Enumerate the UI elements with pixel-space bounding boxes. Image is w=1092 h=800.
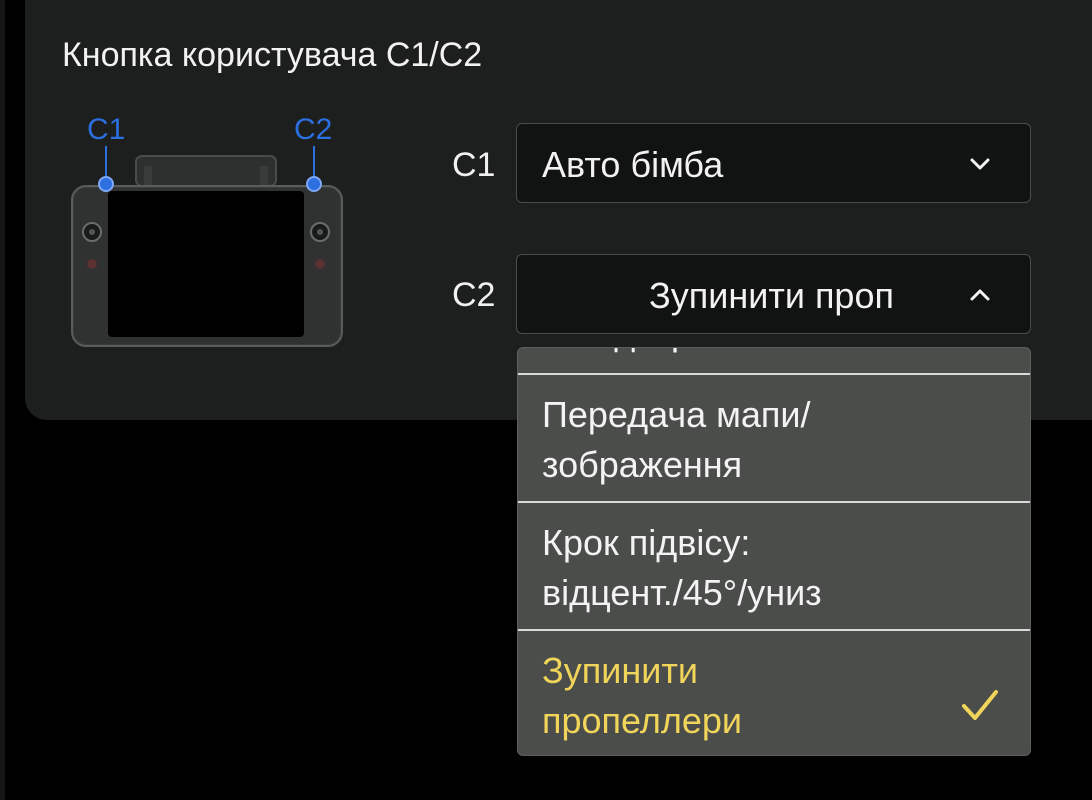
c1-marker — [98, 176, 114, 192]
option-divider — [518, 501, 1030, 503]
c2-selected-value: Зупинити проп — [649, 275, 894, 316]
option-line: Зупинити — [542, 650, 698, 691]
option-divider — [518, 629, 1030, 631]
dropdown-option-partial[interactable]: Швидк. режим — [518, 348, 1030, 372]
option-line: зображення — [542, 444, 743, 485]
c1-selected-value: Авто бімба — [542, 144, 724, 185]
card-title: Кнопка користувача С1/С2 — [62, 36, 483, 74]
remote-controller-image: C1 C2 — [71, 113, 343, 347]
c2-marker — [306, 176, 322, 192]
c2-image-label: C2 — [294, 113, 332, 146]
c1-label: С1 — [452, 146, 496, 184]
c2-select[interactable]: Зупинити проп — [516, 254, 1031, 334]
window-edge — [0, 0, 5, 800]
c2-dropdown-list[interactable]: Швидк. режим Передача мапи/ зображення К… — [517, 347, 1031, 756]
c2-label: С2 — [452, 276, 496, 314]
dropdown-option-gimbal-pitch[interactable]: Крок підвісу: відцент./45°/униз — [518, 518, 1030, 628]
chevron-up-icon — [970, 289, 990, 301]
option-line: відцент./45°/униз — [542, 572, 822, 613]
chevron-down-icon — [970, 158, 990, 170]
option-divider — [518, 373, 1030, 375]
dropdown-option-stop-propellers[interactable]: Зупинити пропеллери — [518, 646, 1030, 755]
dropdown-option-map-transfer[interactable]: Передача мапи/ зображення — [518, 390, 1030, 500]
c1-select[interactable]: Авто бімба — [516, 123, 1031, 203]
check-icon — [962, 690, 998, 720]
option-line: Крок підвісу: — [542, 522, 751, 563]
option-line: пропеллери — [542, 700, 743, 741]
option-line: Передача мапи/ — [542, 394, 811, 435]
c1-image-label: C1 — [87, 113, 125, 146]
